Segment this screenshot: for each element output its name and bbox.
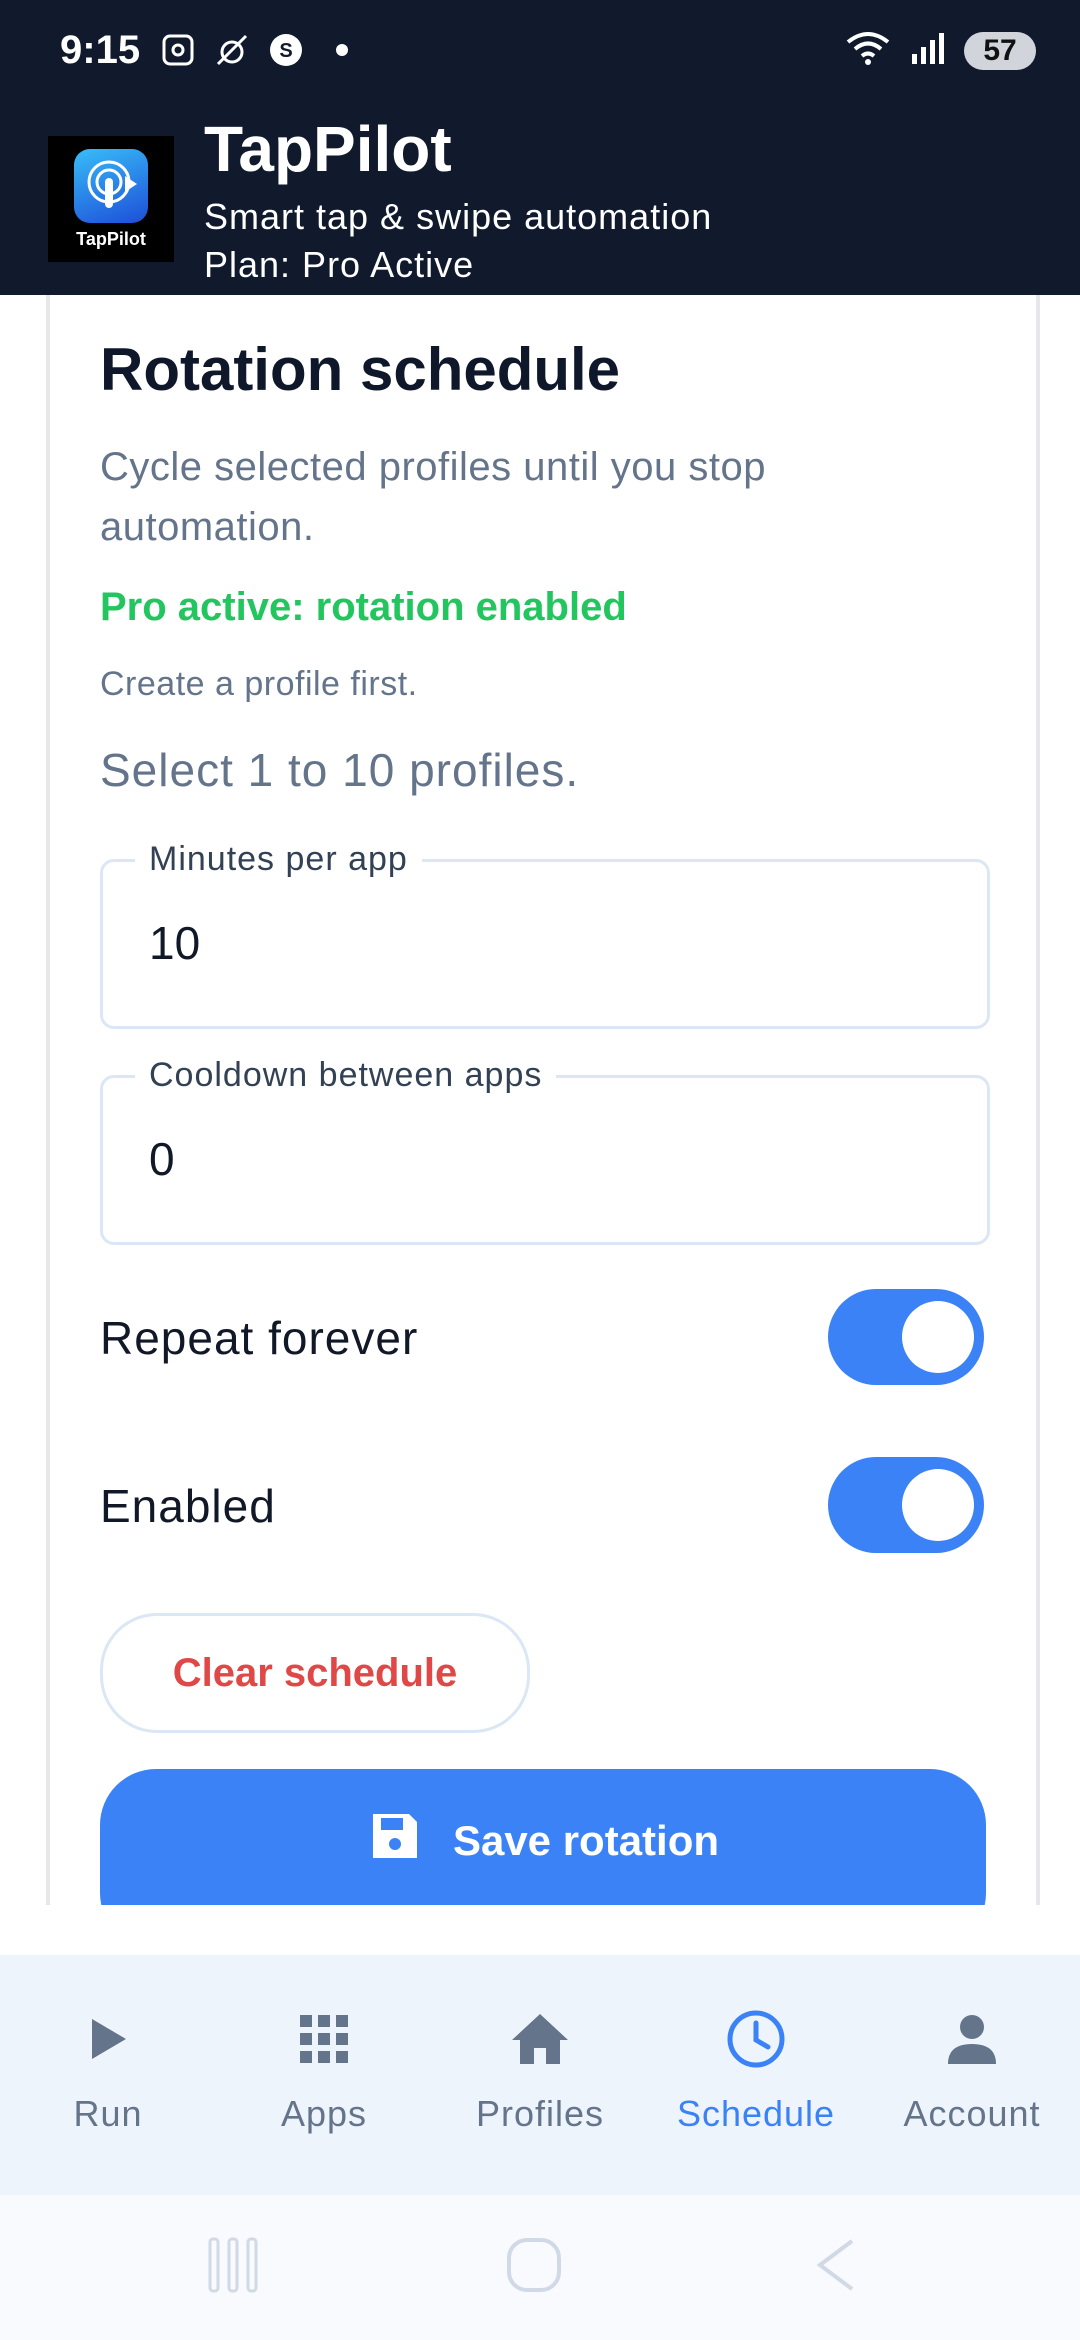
app-title: TapPilot: [204, 113, 452, 185]
cooldown-field[interactable]: Cooldown between apps 0: [100, 1056, 990, 1245]
notification-dot: [336, 44, 348, 56]
wifi-icon: [844, 30, 892, 71]
screenshot-icon: [160, 32, 196, 68]
minutes-per-app-value[interactable]: 10: [149, 916, 200, 970]
nav-run-label: Run: [73, 2093, 143, 2134]
save-rotation-label: Save rotation: [452, 1817, 720, 1864]
minutes-per-app-field[interactable]: Minutes per app 10: [100, 840, 990, 1029]
svg-text:S: S: [279, 40, 292, 62]
logo-text: TapPilot: [76, 228, 146, 249]
repeat-forever-label: Repeat forever: [100, 1312, 419, 1364]
signal-icon: [910, 30, 946, 71]
home-icon: [508, 2007, 572, 2071]
repeat-forever-row: Repeat forever: [100, 1289, 984, 1389]
home-button-icon[interactable]: [506, 2237, 562, 2298]
person-icon: [940, 2007, 1004, 2071]
save-rotation-button[interactable]: Save rotation: [100, 1769, 986, 1905]
plan-status: Plan: Pro Active: [204, 244, 475, 285]
app-header: 9:15 S 57 TapPilot TapPilot Smart tap & …: [0, 0, 1080, 295]
pro-status-text: Pro active: rotation enabled: [100, 585, 627, 629]
nav-profiles[interactable]: Profiles: [432, 1955, 648, 2195]
minutes-per-app-label: Minutes per app: [135, 840, 422, 879]
save-icon: [367, 1808, 423, 1874]
recents-icon[interactable]: [208, 2237, 258, 2298]
nav-schedule[interactable]: Schedule: [648, 1955, 864, 2195]
status-icons-left: S: [160, 32, 348, 68]
s-icon: S: [268, 32, 304, 68]
nav-schedule-label: Schedule: [676, 2093, 836, 2134]
system-navigation-bar: [0, 2195, 1080, 2340]
status-icons-right: 57: [844, 30, 1036, 71]
app-subtitle: Smart tap & swipe automation: [204, 196, 713, 237]
create-profile-hint: Create a profile first.: [100, 665, 418, 703]
nav-apps-label: Apps: [280, 2093, 368, 2134]
select-profiles-hint: Select 1 to 10 profiles.: [100, 744, 580, 796]
enabled-label: Enabled: [100, 1480, 276, 1532]
bottom-navigation: Run Apps Profiles Schedule Account: [0, 1955, 1080, 2195]
enabled-toggle[interactable]: [828, 1457, 984, 1553]
status-time: 9:15: [60, 28, 141, 72]
nav-apps[interactable]: Apps: [216, 1955, 432, 2195]
enabled-row: Enabled: [100, 1457, 984, 1557]
nav-profiles-label: Profiles: [475, 2093, 605, 2134]
tap-logo-icon: [74, 148, 148, 223]
clear-schedule-button[interactable]: Clear schedule: [100, 1613, 530, 1733]
rotation-schedule-card: Rotation schedule Cycle selected profile…: [46, 295, 1040, 1905]
toggle-knob: [902, 1469, 974, 1541]
card-description: Cycle selected profiles until you stop a…: [100, 445, 766, 549]
cooldown-label: Cooldown between apps: [135, 1056, 557, 1095]
app-logo: TapPilot: [48, 136, 174, 262]
back-icon[interactable]: [814, 2237, 858, 2298]
card-title: Rotation schedule: [100, 336, 621, 403]
nav-account[interactable]: Account: [864, 1955, 1080, 2195]
nav-run[interactable]: Run: [0, 1955, 216, 2195]
toggle-knob: [902, 1301, 974, 1373]
nav-account-label: Account: [903, 2093, 1041, 2134]
clock-icon: [724, 2007, 788, 2071]
grid-icon: [292, 2007, 356, 2071]
battery-indicator: 57: [964, 31, 1036, 70]
no-signal-icon: [214, 32, 250, 68]
play-icon: [76, 2007, 140, 2071]
cooldown-value[interactable]: 0: [149, 1132, 175, 1186]
repeat-forever-toggle[interactable]: [828, 1289, 984, 1385]
